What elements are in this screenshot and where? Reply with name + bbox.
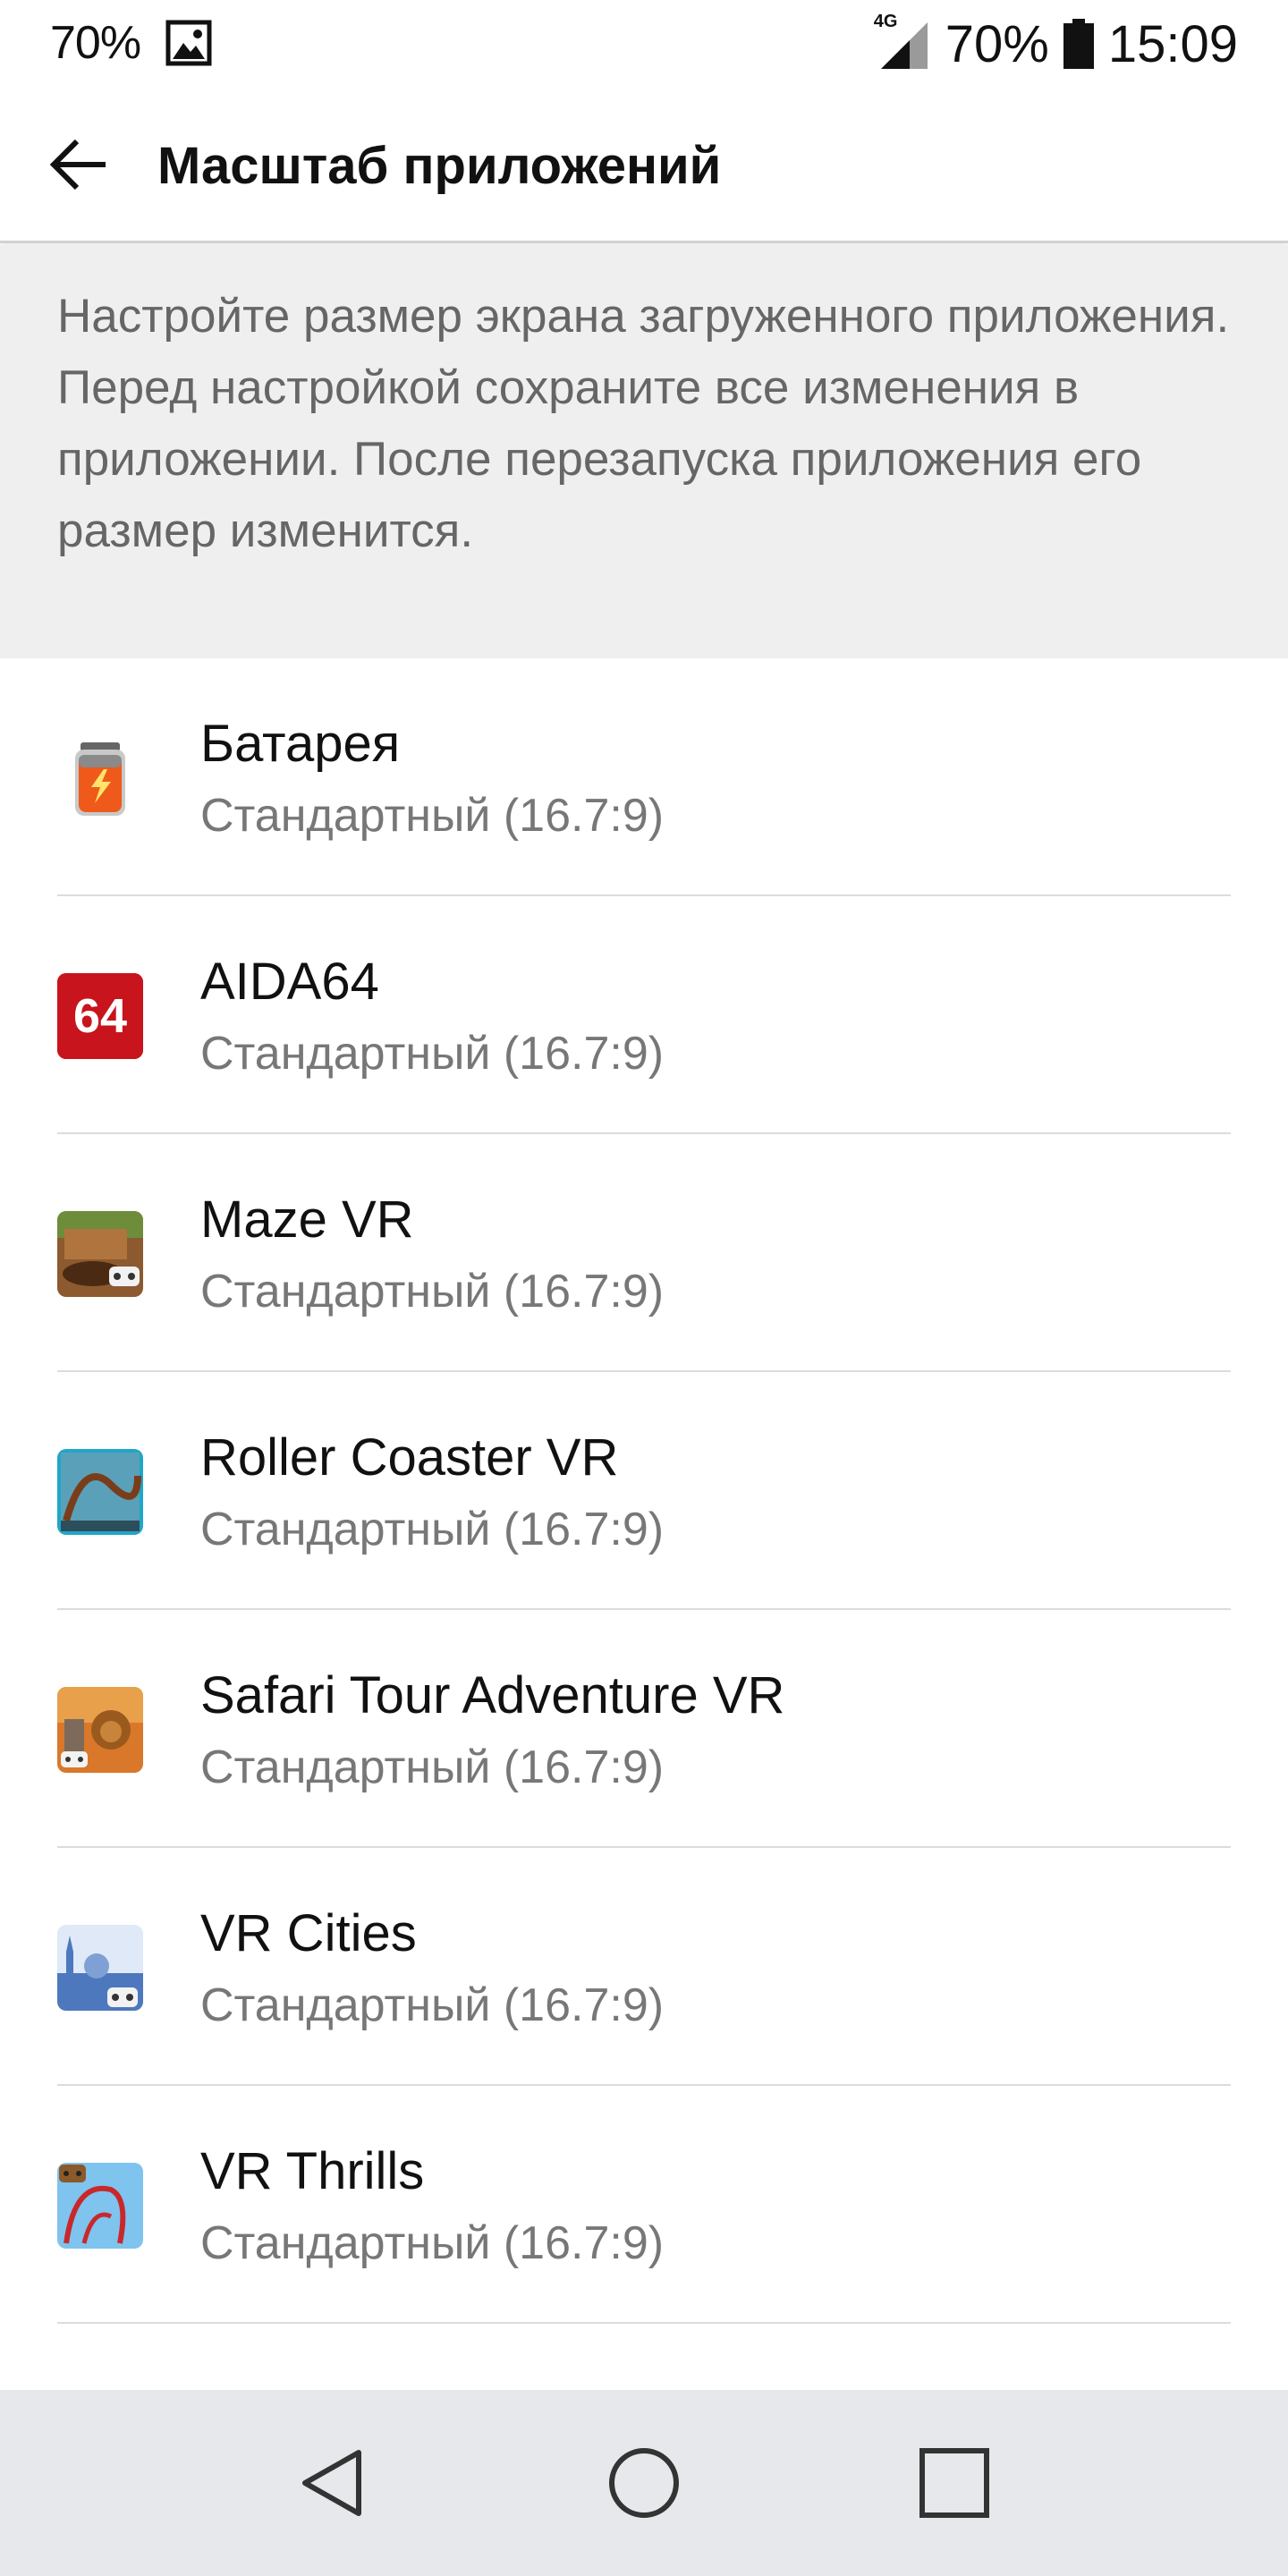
list-item-safari-tour-vr[interactable]: Safari Tour Adventure VR Стандартный (16… xyxy=(0,1610,1288,1848)
list-item-vr-thrills[interactable]: VR Thrills Стандартный (16.7:9) xyxy=(0,2086,1288,2324)
app-name: VR Thrills xyxy=(200,2142,425,2200)
list-item-partial[interactable] xyxy=(0,2324,1288,2390)
app-scale-mode: Стандартный (16.7:9) xyxy=(200,1028,665,1080)
aida64-icon: 64 xyxy=(57,973,143,1059)
nav-back-button[interactable] xyxy=(280,2429,387,2537)
signal-icon: 4G xyxy=(874,12,931,71)
app-name: Safari Tour Adventure VR xyxy=(200,1666,785,1724)
app-scale-mode: Стандартный (16.7:9) xyxy=(200,2217,665,2269)
list-item-vr-cities[interactable]: VR Cities Стандартный (16.7:9) xyxy=(0,1848,1288,2086)
description-panel: Настройте размер экрана загруженного при… xyxy=(0,245,1288,658)
app-bar: Масштаб приложений xyxy=(0,86,1288,243)
app-name: Maze VR xyxy=(200,1191,414,1249)
arrow-back-icon xyxy=(49,139,106,191)
description-text: Настройте размер экрана загруженного при… xyxy=(57,290,1230,557)
app-name: Roller Coaster VR xyxy=(200,1428,619,1487)
recents-nav-icon xyxy=(919,2448,989,2518)
app-scale-mode: Стандартный (16.7:9) xyxy=(200,1504,665,1555)
home-nav-icon xyxy=(608,2448,679,2518)
app-name: VR Cities xyxy=(200,1904,417,1962)
page-title: Масштаб приложений xyxy=(157,137,722,195)
status-left: 70% xyxy=(50,16,212,70)
gallery-notification-icon xyxy=(165,20,212,66)
app-scale-mode: Стандартный (16.7:9) xyxy=(200,790,665,842)
list-item-aida64[interactable]: 64 AIDA64 Стандартный (16.7:9) xyxy=(0,896,1288,1134)
navigation-bar xyxy=(0,2390,1288,2576)
app-name: AIDA64 xyxy=(200,953,379,1011)
roller-coaster-vr-icon xyxy=(57,1449,143,1535)
list-item-roller-coaster-vr[interactable]: Roller Coaster VR Стандартный (16.7:9) xyxy=(0,1372,1288,1610)
nav-recents-button[interactable] xyxy=(901,2429,1008,2537)
app-scale-mode: Стандартный (16.7:9) xyxy=(200,1266,665,1318)
app-list[interactable]: Батарея Стандартный (16.7:9) 64 AIDA64 С… xyxy=(0,658,1288,2390)
clock: 15:09 xyxy=(1107,14,1238,73)
safari-tour-vr-icon xyxy=(57,1687,143,1773)
battery-percent: 70% xyxy=(945,14,1049,73)
back-nav-icon xyxy=(302,2450,362,2516)
status-right: 4G 70% 15:09 xyxy=(874,12,1238,75)
nav-home-button[interactable] xyxy=(590,2429,698,2537)
battery-app-icon xyxy=(57,735,143,821)
list-item-maze-vr[interactable]: Maze VR Стандартный (16.7:9) xyxy=(0,1134,1288,1372)
status-left-percent: 70% xyxy=(50,17,141,69)
svg-text:64: 64 xyxy=(73,989,127,1043)
app-scale-mode: Стандартный (16.7:9) xyxy=(200,1741,665,1793)
status-bar: 70% 4G 70% 15:09 xyxy=(0,0,1288,86)
list-item-battery[interactable]: Батарея Стандартный (16.7:9) xyxy=(0,658,1288,896)
battery-icon xyxy=(1063,19,1094,69)
network-type-label: 4G xyxy=(873,12,898,31)
vr-cities-icon xyxy=(57,1925,143,2011)
app-name: Батарея xyxy=(200,715,401,773)
app-scale-mode: Стандартный (16.7:9) xyxy=(200,1979,665,2031)
back-button[interactable] xyxy=(36,122,122,208)
maze-vr-icon xyxy=(57,1211,143,1297)
vr-thrills-icon xyxy=(57,2163,143,2249)
